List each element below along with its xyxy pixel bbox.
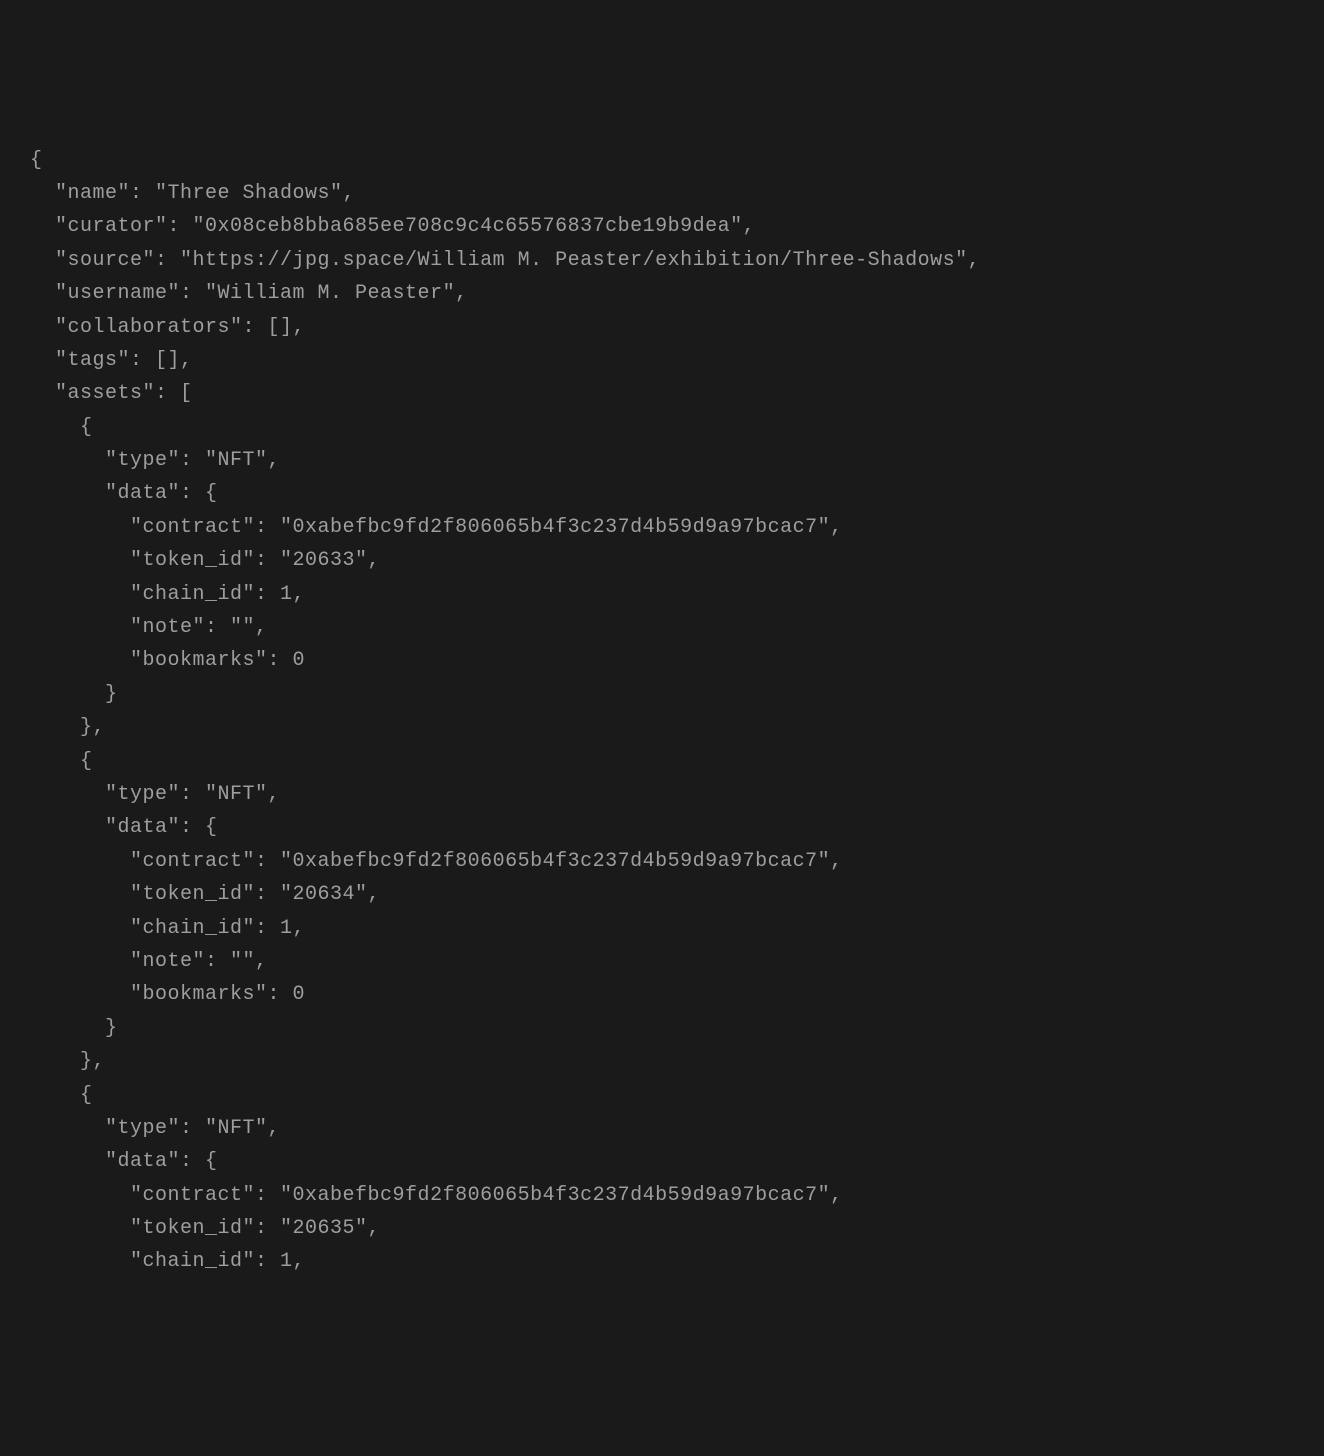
json-code-display: { "name": "Three Shadows", "curator": "0… bbox=[30, 144, 1294, 1279]
json-text: { "name": "Three Shadows", "curator": "0… bbox=[30, 149, 980, 1274]
